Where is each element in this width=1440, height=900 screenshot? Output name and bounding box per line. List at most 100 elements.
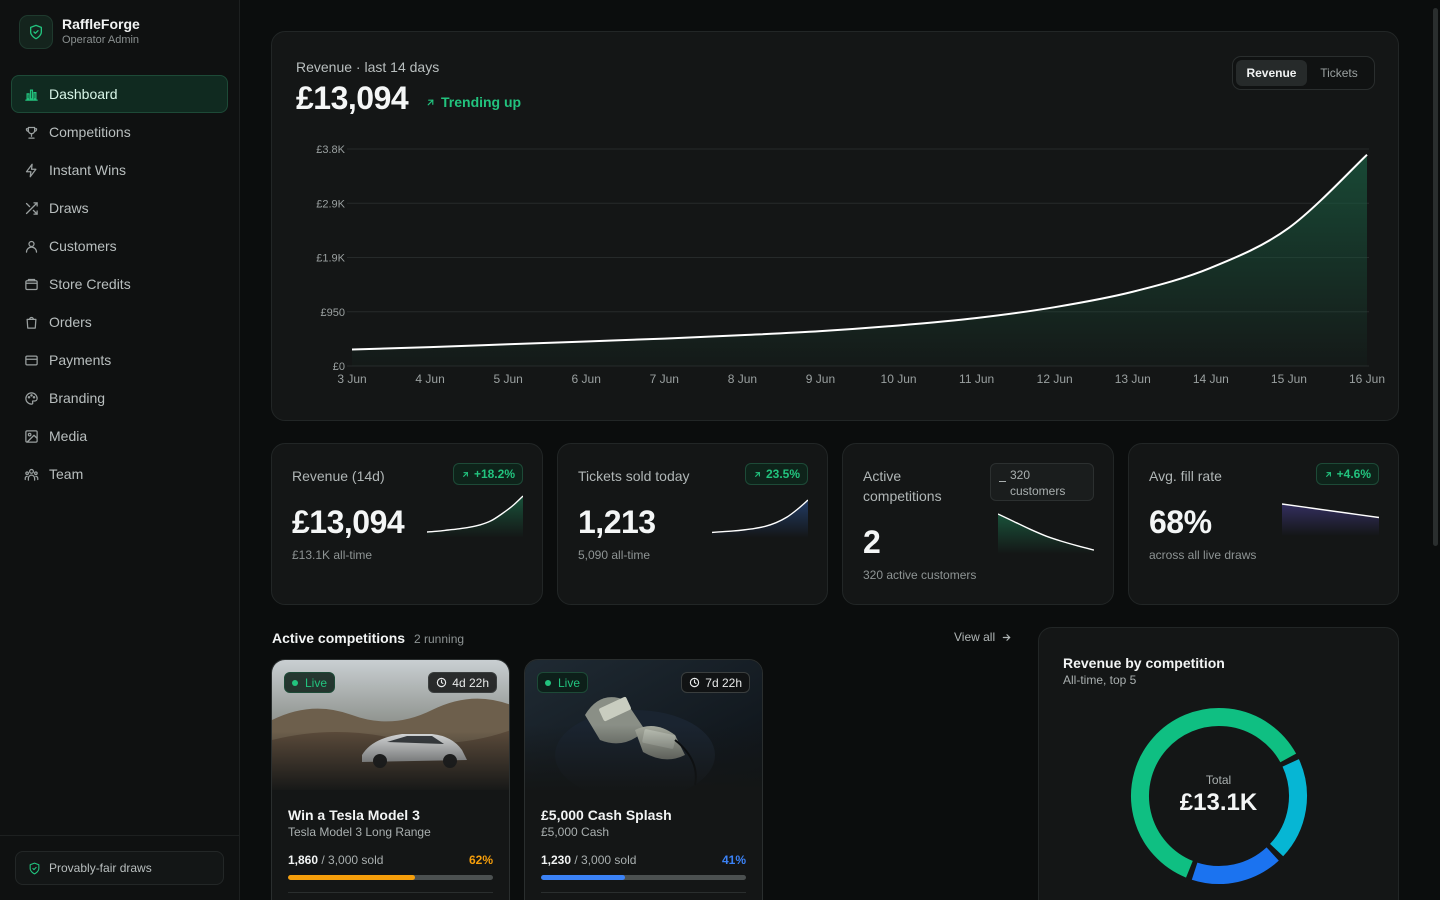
badge-value: 320 customers	[1010, 468, 1066, 498]
sidebar-footer: Provably-fair draws	[0, 835, 239, 900]
arrow-up-right-icon	[753, 470, 762, 479]
sidebar-item-draws[interactable]: Draws	[11, 189, 228, 227]
x-tick-label: 4 Jun	[415, 372, 444, 386]
time-remaining-badge: 4d 22h	[428, 672, 497, 693]
change-badge: 23.5%	[744, 463, 808, 485]
metric-toggle: Revenue Tickets	[1232, 56, 1375, 90]
competition-card[interactable]: Live 4d 22h Win a Tesla Model 3 Tesla Mo…	[271, 659, 510, 900]
provably-fair-button[interactable]: Provably-fair draws	[15, 851, 224, 885]
stat-label: Revenue (14d)	[292, 468, 385, 484]
stat-sub: £13.1K all-time	[292, 548, 373, 562]
sidebar-item-label: Draws	[49, 200, 89, 216]
view-all-label: View all	[954, 630, 996, 644]
sidebar-item-team[interactable]: Team	[11, 455, 228, 493]
wallet-icon	[23, 276, 39, 292]
stat-card-fill-rate[interactable]: Avg. fill rate +4.6% 68% across all live…	[1128, 443, 1399, 605]
brand-name: RaffleForge	[62, 16, 140, 32]
tickets-sold: 1,230 / 3,000 sold	[541, 853, 636, 867]
scrollbar-thumb[interactable]	[1433, 8, 1438, 546]
fill-percent: 41%	[721, 853, 746, 867]
shuffle-icon	[23, 200, 39, 216]
revenue-chart-card: £0 £950 £1.9K £2.9K £3.8K 3 Jun 4 Jun 5 Jun 6 Ju…	[271, 31, 1399, 421]
status-badge: Live	[537, 672, 589, 693]
sparkline	[427, 495, 523, 538]
sidebar-item-payments[interactable]: Payments	[11, 341, 228, 379]
stat-value: 2	[863, 524, 881, 560]
provably-fair-label: Provably-fair draws	[49, 861, 152, 875]
timer-label: 7d 22h	[705, 675, 742, 690]
x-tick-label: 10 Jun	[881, 372, 917, 386]
sidebar-nav: Dashboard Competitions Instant Wins Draw…	[11, 75, 228, 493]
status-badge: Live	[284, 672, 336, 693]
view-all-link[interactable]: View all	[954, 630, 1012, 644]
sidebar-item-customers[interactable]: Customers	[11, 227, 228, 265]
x-tick-label: 13 Jun	[1115, 372, 1151, 386]
y-tick-label: £3.8K	[316, 144, 345, 156]
sidebar-item-branding[interactable]: Branding	[11, 379, 228, 417]
sparkline	[1282, 503, 1379, 536]
x-tick-label: 15 Jun	[1271, 372, 1307, 386]
donut-total-value: £13.1K	[1179, 789, 1258, 816]
sidebar-item-orders[interactable]: Orders	[11, 303, 228, 341]
sparkline	[998, 513, 1094, 554]
trend-indicator: Trending up	[425, 94, 521, 110]
sidebar-item-dashboard[interactable]: Dashboard	[11, 75, 228, 113]
palette-icon	[23, 390, 39, 406]
progress-bar	[541, 875, 746, 880]
toggle-revenue[interactable]: Revenue	[1236, 60, 1307, 86]
shield-check-icon	[28, 862, 41, 875]
stat-value: 1,213	[578, 504, 656, 540]
sold-count: 1,230	[541, 853, 572, 867]
tickets-sold: 1,860 / 3,000 sold	[288, 853, 383, 867]
x-tick-label: 14 Jun	[1193, 372, 1229, 386]
sidebar-item-label: Instant Wins	[49, 162, 127, 178]
revenue-total: £13,094	[296, 80, 409, 116]
page-scrollbar[interactable]	[1431, 0, 1440, 900]
shield-logo-icon	[19, 15, 53, 49]
sparkline	[712, 499, 808, 538]
arrow-right-icon	[1001, 632, 1012, 643]
stat-card-revenue[interactable]: Revenue (14d) +18.2% £13,094 £13.1K all-…	[271, 443, 543, 605]
fill-percent: 62%	[468, 853, 493, 867]
brand-subtitle: Operator Admin	[62, 34, 140, 46]
credit-card-icon	[23, 352, 39, 368]
x-tick-label: 16 Jun	[1349, 372, 1385, 386]
toggle-tickets[interactable]: Tickets	[1307, 60, 1371, 86]
progress-bar	[288, 875, 493, 880]
arrow-up-right-icon	[425, 97, 436, 108]
sidebar-item-competitions[interactable]: Competitions	[11, 113, 228, 151]
sparkline-area	[712, 500, 808, 538]
competition-prize: Tesla Model 3 Long Range	[288, 825, 431, 839]
y-tick-label: £950	[321, 307, 345, 319]
x-tick-label: 5 Jun	[493, 372, 522, 386]
divider	[288, 892, 493, 893]
donut-slice[interactable]	[1191, 847, 1279, 884]
badge-value: 23.5%	[765, 467, 800, 481]
competition-name: £5,000 Cash Splash	[541, 807, 672, 823]
clock-icon	[689, 677, 700, 688]
progress-fill	[541, 875, 626, 880]
sparkline-area	[1282, 504, 1379, 536]
sold-total: / 3,000 sold	[321, 853, 384, 867]
stat-sub: 5,090 all-time	[578, 548, 651, 562]
sidebar-item-instant-wins[interactable]: Instant Wins	[11, 151, 228, 189]
competition-card[interactable]: Live 7d 22h £5,000 Cash Splash £5,000 Ca…	[524, 659, 763, 900]
sidebar-item-store-credits[interactable]: Store Credits	[11, 265, 228, 303]
sidebar-item-label: Media	[49, 428, 88, 444]
stat-card-tickets[interactable]: Tickets sold today 23.5% 1,213 5,090 all…	[557, 443, 828, 605]
x-tick-label: 11 Jun	[959, 372, 994, 386]
x-tick-label: 3 Jun	[337, 372, 366, 386]
trophy-icon	[23, 124, 39, 140]
arrow-up-right-icon	[1324, 470, 1333, 479]
badge-value: +4.6%	[1336, 467, 1371, 481]
timer-label: 4d 22h	[452, 675, 489, 690]
x-tick-label: 7 Jun	[650, 372, 679, 386]
sold-total: / 3,000 sold	[574, 853, 637, 867]
stat-card-active-competitions[interactable]: Active competitions 320 customers 2 320 …	[842, 443, 1114, 605]
sidebar-item-media[interactable]: Media	[11, 417, 228, 455]
revenue-area	[352, 154, 1367, 366]
sidebar-item-label: Branding	[49, 390, 106, 406]
change-badge: +18.2%	[452, 463, 523, 485]
stat-label: Avg. fill rate	[1149, 468, 1222, 484]
brand[interactable]: RaffleForge Operator Admin	[19, 15, 140, 49]
